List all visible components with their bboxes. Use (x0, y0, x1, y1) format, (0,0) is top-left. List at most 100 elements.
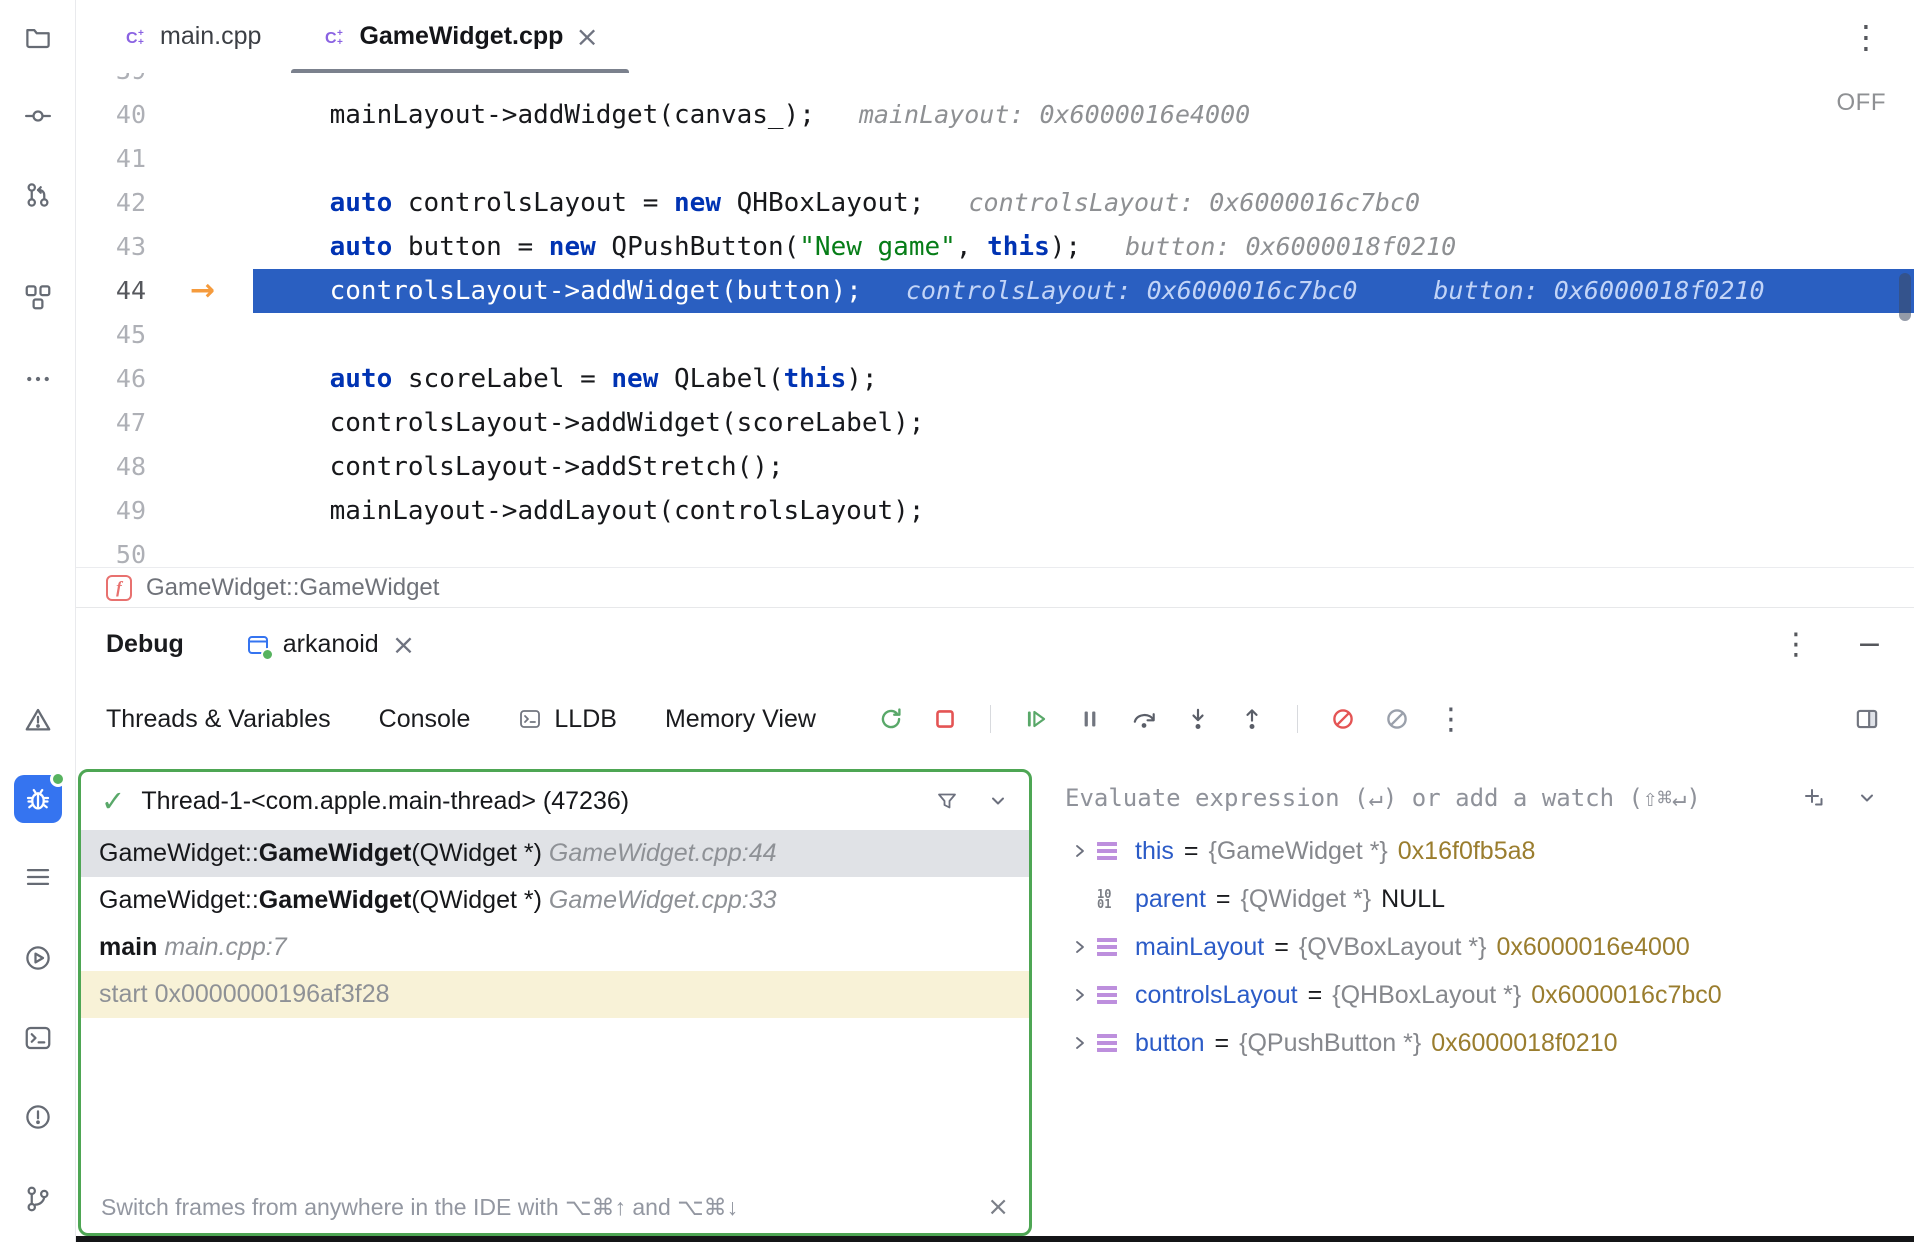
todo-button[interactable] (14, 853, 62, 901)
tab-console[interactable]: Console (379, 705, 471, 734)
close-tab-icon[interactable]: × (575, 23, 598, 51)
terminal-button[interactable] (14, 1014, 62, 1062)
version-control-button[interactable] (14, 1175, 62, 1223)
list-lines-icon (23, 862, 53, 892)
more-tool-windows-button[interactable] (14, 355, 62, 403)
thread-selector[interactable]: ✓ Thread-1-<com.apple.main-thread> (4723… (81, 772, 1029, 830)
expand-chevron-icon[interactable] (1063, 1035, 1097, 1051)
step-out-button[interactable] (1231, 698, 1273, 740)
line-number: 40 (76, 93, 146, 137)
layout-settings-button[interactable] (1846, 698, 1888, 740)
code-editor[interactable]: 3940 mainLayout->addWidget(canvas_);main… (76, 73, 1914, 567)
variable-row[interactable]: 10 01parent={QWidget *}NULL (1051, 875, 1914, 923)
stack-frame-row[interactable]: start 0x0000000196af3f28 (81, 971, 1029, 1018)
stack-frame-row[interactable]: GameWidget::GameWidget(QWidget *) GameWi… (81, 830, 1029, 877)
gutter[interactable]: 47 (76, 401, 253, 445)
gutter[interactable]: 45 (76, 313, 253, 357)
code-text: controlsLayout->addWidget(scoreLabel); (253, 401, 1914, 445)
svg-text:+: + (337, 37, 343, 48)
resume-button[interactable] (1015, 698, 1057, 740)
object-icon (1097, 937, 1135, 957)
gutter[interactable]: 41 (76, 137, 253, 181)
breadcrumb-function[interactable]: GameWidget::GameWidget (146, 574, 439, 602)
tab-lldb[interactable]: LLDB (518, 705, 617, 734)
expand-chevron-icon[interactable] (1063, 939, 1097, 955)
debug-tool-button[interactable] (14, 775, 62, 823)
editor-scrollbar[interactable] (1899, 273, 1911, 321)
variable-row[interactable]: controlsLayout={QHBoxLayout *}0x6000016c… (1051, 971, 1914, 1019)
debug-options-kebab-icon[interactable]: ⋮ (1781, 627, 1811, 662)
stack-frame-row[interactable]: main main.cpp:7 (81, 924, 1029, 971)
code-line[interactable]: 48 controlsLayout->addStretch(); (76, 445, 1914, 489)
services-button[interactable] (14, 934, 62, 982)
project-button[interactable] (14, 13, 62, 61)
evaluate-expression-field[interactable]: Evaluate expression (↵) or add a watch (… (1051, 769, 1914, 827)
gutter[interactable]: 40 (76, 93, 253, 137)
session-tab-label: arkanoid (283, 630, 379, 659)
expand-chevron-icon[interactable] (1063, 987, 1097, 1003)
gutter[interactable]: 42 (76, 181, 253, 225)
mute-breakpoints-button[interactable] (1322, 698, 1364, 740)
eye-off-button[interactable] (1376, 698, 1418, 740)
add-watch-icon[interactable] (1802, 786, 1826, 810)
code-line[interactable]: 50 (76, 533, 1914, 567)
tab-main-cpp[interactable]: C++ main.cpp (92, 0, 291, 73)
code-line[interactable]: 47 controlsLayout->addWidget(scoreLabel)… (76, 401, 1914, 445)
tab-arkanoid-session[interactable]: arkanoid × (246, 630, 415, 659)
code-text (253, 73, 1914, 93)
variable-row[interactable]: button={QPushButton *}0x6000018f0210 (1051, 1019, 1914, 1067)
app-window-icon (246, 633, 270, 657)
tab-memory-view[interactable]: Memory View (665, 705, 816, 734)
problems-button[interactable] (14, 1093, 62, 1141)
rerun-button[interactable] (870, 698, 912, 740)
expand-chevron-icon[interactable] (1063, 843, 1097, 859)
stack-frame-row[interactable]: GameWidget::GameWidget(QWidget *) GameWi… (81, 877, 1029, 924)
line-number: 49 (76, 489, 146, 533)
session-running-dot (261, 648, 274, 661)
equals-sign: = (1216, 885, 1231, 914)
gutter[interactable]: 48 (76, 445, 253, 489)
variable-value: 0x6000016c7bc0 (1531, 981, 1721, 1010)
minimize-icon[interactable]: − (1857, 627, 1882, 662)
code-line[interactable]: 46 auto scoreLabel = new QLabel(this); (76, 357, 1914, 401)
step-over-button[interactable] (1123, 698, 1165, 740)
variable-row[interactable]: mainLayout={QVBoxLayout *}0x6000016e4000 (1051, 923, 1914, 971)
evaluate-placeholder: Evaluate expression (↵) or add a watch (… (1065, 784, 1701, 812)
code-line[interactable]: 49 mainLayout->addLayout(controlsLayout)… (76, 489, 1914, 533)
structure-button[interactable] (14, 273, 62, 321)
pause-button[interactable] (1069, 698, 1111, 740)
tab-gamewidget-cpp[interactable]: C++ GameWidget.cpp × (291, 0, 628, 73)
close-session-icon[interactable]: × (392, 631, 415, 659)
variables-list: this={GameWidget *}0x16f0fb5a810 01paren… (1051, 827, 1914, 1067)
gutter[interactable]: 39 (76, 73, 253, 93)
chevron-down-icon[interactable] (987, 790, 1009, 812)
gutter[interactable]: 49 (76, 489, 253, 533)
code-line[interactable]: 44→ controlsLayout->addWidget(button);co… (76, 269, 1914, 313)
line-number: 41 (76, 137, 146, 181)
gutter[interactable]: 50 (76, 533, 253, 567)
gutter[interactable]: 44→ (76, 269, 253, 313)
tab-threads-variables[interactable]: Threads & Variables (106, 705, 331, 734)
chevron-down-icon[interactable] (1856, 787, 1878, 809)
code-token: auto (330, 232, 393, 262)
more-actions-button[interactable]: ⋮ (1430, 698, 1472, 740)
variable-row[interactable]: this={GameWidget *}0x16f0fb5a8 (1051, 827, 1914, 875)
code-line[interactable]: 43 auto button = new QPushButton("New ga… (76, 225, 1914, 269)
pull-requests-button[interactable] (14, 171, 62, 219)
line-number: 46 (76, 357, 146, 401)
code-line[interactable]: 45 (76, 313, 1914, 357)
filter-icon[interactable] (935, 789, 959, 813)
step-into-button[interactable] (1177, 698, 1219, 740)
editor-options-kebab-icon[interactable]: ⋮ (1850, 18, 1882, 56)
commit-button[interactable] (14, 92, 62, 140)
warnings-button[interactable] (14, 696, 62, 744)
code-line[interactable]: 42 auto controlsLayout = new QHBoxLayout… (76, 181, 1914, 225)
dismiss-hint-icon[interactable]: × (987, 1194, 1009, 1220)
gutter[interactable]: 43 (76, 225, 253, 269)
code-line[interactable]: 39 (76, 73, 1914, 93)
inline-debugger-hint: button: 0x6000018f0210 (1125, 232, 1456, 261)
stop-button[interactable] (924, 698, 966, 740)
code-line[interactable]: 41 (76, 137, 1914, 181)
gutter[interactable]: 46 (76, 357, 253, 401)
code-line[interactable]: 40 mainLayout->addWidget(canvas_);mainLa… (76, 93, 1914, 137)
